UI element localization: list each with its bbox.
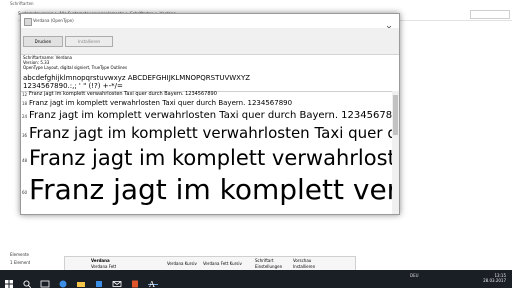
sample-size-36: 36 [22, 133, 28, 138]
task-view-icon[interactable] [40, 274, 50, 288]
windows-icon[interactable] [4, 274, 14, 288]
thumb-item-6[interactable]: Vorschau [293, 258, 311, 263]
print-button[interactable]: Drucken [23, 36, 63, 47]
sample-line-36: Franz jagt im komplett verwahrlosten Tax… [29, 124, 392, 142]
search-input[interactable] [470, 10, 510, 19]
store-icon[interactable] [94, 274, 104, 287]
search-icon[interactable] [22, 274, 32, 289]
explorer-titlebar: Schriftarten [0, 0, 512, 16]
font-foundry-line: OpenType Layout, digital signiert, TrueT… [23, 65, 128, 70]
thumb-item-2[interactable]: Verdana Kursiv [167, 261, 197, 266]
dialog-title: Verdana (OpenType) [33, 18, 74, 23]
install-button[interactable]: Installieren [65, 36, 113, 47]
minimize-icon[interactable] [458, 1, 468, 14]
thumb-item-1[interactable]: Verdana Fett [91, 264, 116, 269]
font-viewer-dialog: Verdana (OpenType) Drucken Installieren … [20, 13, 400, 215]
taskbar: A DEU 13:15 28.03.2017 [0, 270, 512, 289]
font-metadata: Schriftartname: Verdana Version: 5.33 Op… [21, 55, 399, 73]
sample-size-12: 12 [22, 92, 28, 97]
font-file-icon [24, 18, 32, 26]
tray-language[interactable]: DEU [410, 273, 419, 278]
thumb-item-3[interactable]: Verdana Fett Kursiv [203, 261, 242, 266]
sample-size-18: 18 [22, 101, 28, 106]
sample-line-48: Franz jagt im komplett verwahrlosten Tax… [29, 146, 392, 170]
explorer-icon[interactable] [76, 274, 86, 287]
sample-size-24: 24 [22, 114, 28, 119]
thumb-item-0[interactable]: Verdana [91, 258, 110, 263]
sample-scrollbar[interactable] [392, 91, 399, 214]
clock[interactable]: 13:15 28.03.2017 [476, 273, 506, 283]
dialog-titlebar: Verdana (OpenType) [21, 14, 399, 31]
status-label: Elemente [10, 252, 30, 257]
sample-size-48: 48 [22, 158, 28, 163]
sample-line-60: Franz jagt im komplett verwahrlosten Tax… [29, 173, 392, 206]
sample-area: 12 Franz jagt im komplett verwahrlosten … [21, 78, 392, 214]
thumb-item-7[interactable]: Installieren [293, 264, 315, 269]
maximize-icon[interactable] [476, 1, 486, 16]
dialog-toolbar: Drucken Installieren [21, 28, 399, 55]
status-count: 1 Element [10, 260, 31, 265]
clock-date: 28.03.2017 [483, 278, 506, 283]
sample-size-60: 60 [22, 190, 28, 195]
sample-line-24: Franz jagt im komplett verwahrlosten Tax… [29, 110, 392, 121]
sample-line-12: Franz jagt im komplett verwahrlosten Tax… [29, 91, 217, 97]
mail-icon[interactable] [112, 274, 122, 287]
dialog-close-icon[interactable] [384, 17, 394, 31]
office-icon[interactable] [130, 274, 140, 288]
close-icon[interactable] [494, 1, 504, 16]
font-viewer-taskbar-icon[interactable]: A [148, 274, 158, 289]
sample-line-18: Franz jagt im komplett verwahrlosten Tax… [29, 99, 293, 107]
scrollbar-thumb[interactable] [393, 95, 398, 135]
thumb-item-4[interactable]: Schriftart [255, 258, 274, 263]
explorer-title: Schriftarten [10, 1, 34, 6]
navigation-pane [0, 20, 18, 240]
thumb-item-5[interactable]: Einstellungen [255, 264, 282, 269]
edge-icon[interactable] [58, 274, 68, 288]
